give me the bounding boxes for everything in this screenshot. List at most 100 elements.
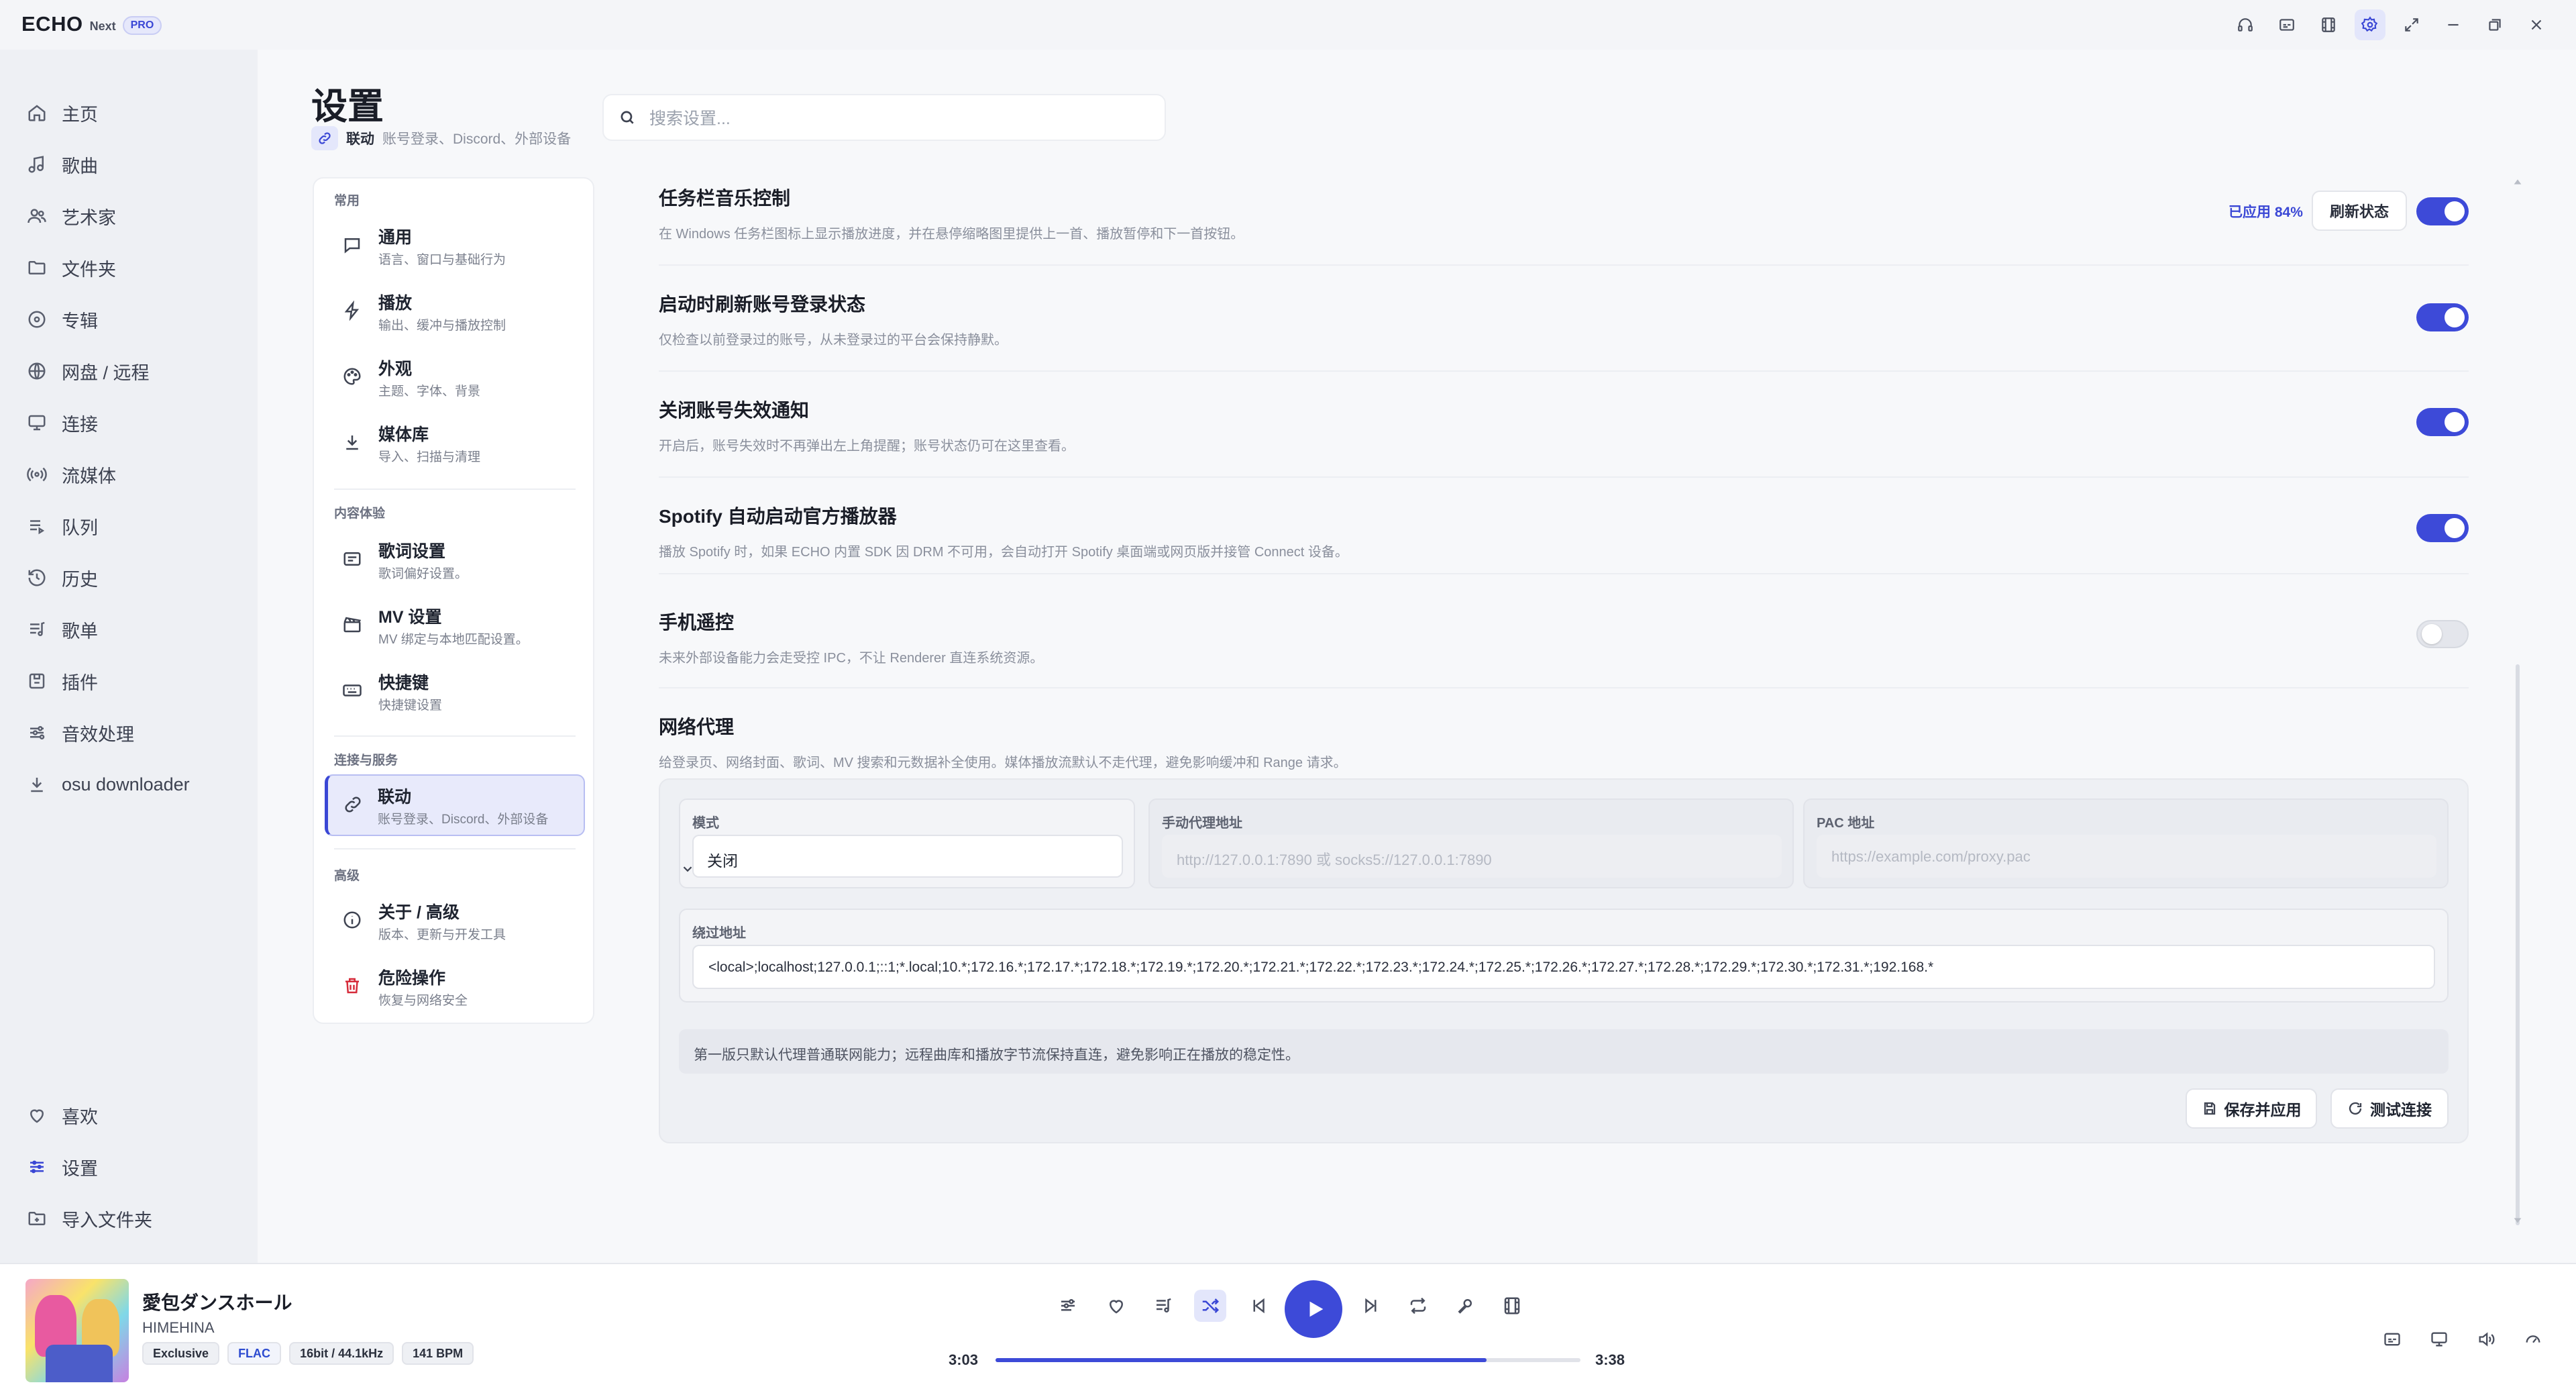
test-connection-button[interactable]: 测试连接 [2330, 1088, 2449, 1129]
toggle-phone-remote[interactable] [2416, 620, 2469, 648]
scroll-up-arrow[interactable] [2512, 176, 2524, 188]
setting-desc: 播放 Spotify 时，如果 ECHO 内置 SDK 因 DRM 不可用，会自… [659, 545, 1348, 560]
sidebar-item-queue[interactable]: 队列 [27, 506, 98, 546]
repeat-icon [1408, 1296, 1428, 1316]
sidebar-item-label: 音效处理 [62, 724, 134, 745]
volume-button[interactable] [2473, 1326, 2500, 1353]
equalizer-icon [1058, 1296, 1078, 1316]
close-icon[interactable] [2521, 9, 2552, 40]
minimize-icon[interactable] [2438, 9, 2469, 40]
download-icon [27, 774, 47, 794]
mv-button[interactable] [1496, 1290, 1528, 1322]
repeat-button[interactable] [1402, 1290, 1434, 1322]
sidebar-item-songs[interactable]: 歌曲 [27, 144, 98, 185]
settings-nav-playback[interactable]: 播放 输出、缓冲与播放控制 [325, 280, 585, 342]
sidebar-item-plugins[interactable]: 插件 [27, 661, 98, 701]
shuffle-button[interactable] [1194, 1290, 1226, 1322]
settings-nav-integrations[interactable]: 联动 账号登录、Discord、外部设备 [325, 774, 585, 836]
subtitles-icon[interactable] [2271, 9, 2302, 40]
scroll-down-arrow[interactable] [2512, 1215, 2524, 1227]
setting-row-spotify: Spotify 自动启动官方播放器 播放 Spotify 时，如果 ECHO 内… [659, 502, 2469, 560]
sidebar-item-artists[interactable]: 艺术家 [27, 196, 116, 236]
search-input[interactable]: 搜索设置... [602, 94, 1166, 141]
input-placeholder: https://example.com/proxy.pac [1831, 848, 2031, 865]
speed-button[interactable] [2520, 1326, 2546, 1353]
settings-nav-danger[interactable]: 危险操作 恢复与网络安全 [325, 956, 585, 1017]
next-button[interactable] [1355, 1290, 1387, 1322]
sidebar-item-settings[interactable]: 设置 [27, 1147, 98, 1187]
expand-icon[interactable] [2396, 9, 2427, 40]
nav-item-title: 关于 / 高级 [378, 903, 460, 922]
save-apply-button[interactable]: 保存并应用 [2186, 1088, 2317, 1129]
settings-nav-about[interactable]: 关于 / 高级 版本、更新与开发工具 [325, 890, 585, 951]
nav-item-desc: 恢复与网络安全 [378, 994, 468, 1008]
manual-proxy-input[interactable]: http://127.0.0.1:7890 或 socks5://127.0.0… [1162, 835, 1782, 878]
queue-button[interactable] [1147, 1290, 1179, 1322]
select-value: 关闭 [707, 852, 738, 870]
sidebar-item-remote[interactable]: 网盘 / 远程 [27, 351, 150, 391]
setting-title: 网络代理 [659, 717, 735, 737]
settings-nav-mv[interactable]: MV 设置 MV 绑定与本地匹配设置。 [325, 595, 585, 656]
settings-nav-lyrics[interactable]: 歌词设置 歌词偏好设置。 [325, 529, 585, 590]
row-divider [659, 370, 2469, 372]
sidebar-item-osu-downloader[interactable]: osu downloader [27, 764, 190, 805]
folder-plus-icon [27, 1208, 47, 1229]
scrollbar-thumb[interactable] [2516, 664, 2520, 1225]
toggle-taskbar-controls[interactable] [2416, 197, 2469, 225]
setting-row-expired-notice: 关闭账号失效通知 开启后，账号失效时不再弹出左上角提醒；账号状态仍可在这里查看。 [659, 396, 2469, 454]
output-device-button[interactable] [2426, 1326, 2453, 1353]
sidebar-item-playlists[interactable]: 歌单 [27, 609, 98, 650]
bypass-input[interactable]: <local>;localhost;127.0.0.1;::1;*.local;… [692, 945, 2435, 989]
previous-button[interactable] [1242, 1290, 1275, 1322]
settings-nav-general[interactable]: 通用 语言、窗口与基础行为 [325, 215, 585, 276]
sidebar-item-label: 插件 [62, 672, 98, 693]
sidebar-item-label: 歌曲 [62, 156, 98, 176]
sidebar-item-favorites[interactable]: 喜欢 [27, 1095, 98, 1135]
film-icon[interactable] [2313, 9, 2344, 40]
sidebar-item-albums[interactable]: 专辑 [27, 299, 98, 340]
progress-bar[interactable] [996, 1358, 1580, 1362]
users-icon [27, 206, 47, 226]
proxy-manual-box: 手动代理地址 http://127.0.0.1:7890 或 socks5://… [1148, 798, 1794, 888]
sidebar-item-audio-effects[interactable]: 音效处理 [27, 713, 134, 753]
toggle-expired-notice[interactable] [2416, 408, 2469, 436]
headphones-icon[interactable] [2230, 9, 2261, 40]
lyrics-panel-button[interactable] [2379, 1326, 2406, 1353]
queue-icon [27, 516, 47, 536]
equalizer-button[interactable] [1052, 1290, 1084, 1322]
toggle-spotify-autostart[interactable] [2416, 514, 2469, 542]
sidebar-item-streaming[interactable]: 流媒体 [27, 454, 116, 495]
settings-nav-appearance[interactable]: 外观 主题、字体、背景 [325, 346, 585, 408]
play-button[interactable] [1285, 1280, 1342, 1338]
sidebar-item-history[interactable]: 历史 [27, 558, 98, 598]
sidebar-item-connect[interactable]: 连接 [27, 403, 98, 443]
row-divider [659, 476, 2469, 478]
refresh-status-button[interactable]: 刷新状态 [2312, 191, 2407, 231]
album-cover[interactable] [25, 1279, 129, 1382]
nav-group-label: 高级 [334, 869, 360, 883]
settings-icon[interactable] [2355, 9, 2385, 40]
sidebar-item-home[interactable]: 主页 [27, 93, 98, 133]
sidebar-item-import-folder[interactable]: 导入文件夹 [27, 1198, 152, 1239]
sidebar-item-folders[interactable]: 文件夹 [27, 248, 116, 288]
song-title[interactable]: 愛包ダンスホール [142, 1288, 292, 1315]
settings-nav-shortcuts[interactable]: 快捷键 快捷键设置 [325, 660, 585, 722]
settings-nav: 常用 通用 语言、窗口与基础行为 播放 输出、缓冲与播放控制 外观 主题、字体、… [313, 177, 594, 1024]
proxy-mode-select[interactable]: 关闭 [683, 835, 1123, 878]
settings-nav-library[interactable]: 媒体库 导入、扫描与清理 [325, 412, 585, 474]
pac-url-input[interactable]: https://example.com/proxy.pac [1817, 835, 2436, 878]
like-button[interactable] [1100, 1290, 1132, 1322]
setting-title: 任务栏音乐控制 [659, 188, 791, 209]
title-bar: ECHO Next PRO [0, 0, 2576, 50]
skip-back-icon [1248, 1296, 1269, 1316]
field-label: 绕过地址 [692, 926, 746, 941]
lyrics-button[interactable] [1449, 1290, 1481, 1322]
disc-icon [27, 309, 47, 329]
setting-desc: 仅检查以前登录过的账号，从未登录过的平台会保持静默。 [659, 333, 1008, 348]
restore-icon[interactable] [2479, 9, 2510, 40]
field-label: 手动代理地址 [1162, 816, 1242, 831]
nav-group-label: 常用 [334, 194, 360, 208]
song-artist[interactable]: HIMEHINA [142, 1319, 215, 1337]
toggle-refresh-login[interactable] [2416, 303, 2469, 331]
sidebar-item-label: 队列 [62, 517, 98, 538]
